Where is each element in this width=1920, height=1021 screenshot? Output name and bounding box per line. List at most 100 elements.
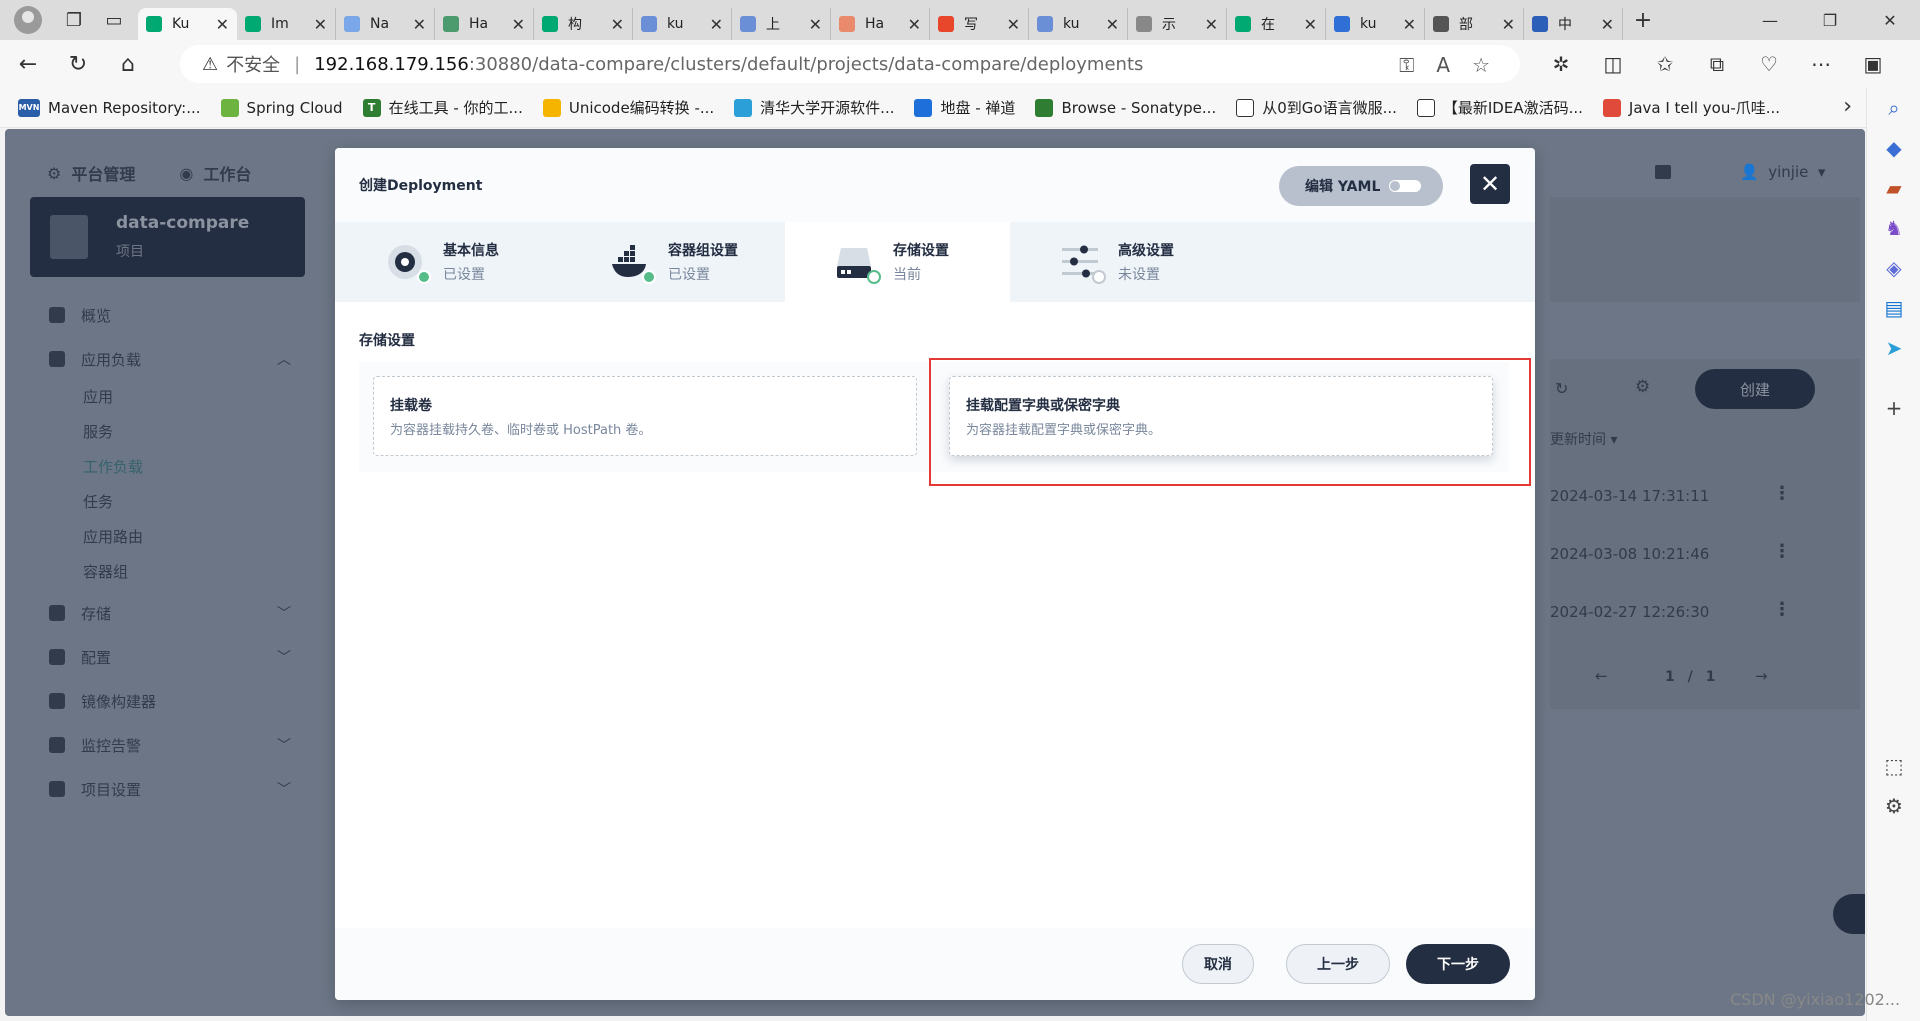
favorite-star-icon[interactable]: ☆: [1472, 53, 1490, 77]
submenu-item[interactable]: 容器组: [35, 554, 305, 589]
back-icon[interactable]: ←: [6, 44, 50, 84]
close-tab-icon[interactable]: ✕: [314, 15, 327, 34]
screenshot-icon[interactable]: ⬚: [1880, 752, 1908, 780]
menu-item[interactable]: 监控告警 ﹀: [35, 725, 305, 765]
menu-item[interactable]: 镜像构建器: [35, 681, 305, 721]
split-screen-icon[interactable]: ◫: [1587, 52, 1639, 76]
collections-icon[interactable]: ⧉: [1691, 52, 1743, 76]
read-aloud-icon[interactable]: A: [1436, 53, 1450, 77]
close-tab-icon[interactable]: ✕: [1007, 15, 1020, 34]
user-menu[interactable]: 👤 yinjie ▾: [1740, 163, 1825, 181]
send-icon[interactable]: ➤: [1880, 334, 1908, 362]
browser-tab[interactable]: ku ✕: [1029, 8, 1128, 40]
browser-tab[interactable]: ku ✕: [633, 8, 732, 40]
submenu-item[interactable]: 任务: [35, 484, 305, 519]
close-tab-icon[interactable]: ✕: [809, 15, 822, 34]
browser-tab[interactable]: 中 ✕: [1524, 8, 1623, 40]
previous-step-button[interactable]: 上一步: [1286, 944, 1390, 984]
bookmark-item[interactable]: Browse - Sonatype...: [1035, 97, 1216, 118]
browser-tab[interactable]: ku ✕: [1326, 8, 1425, 40]
menu-item[interactable]: 项目设置 ﹀: [35, 769, 305, 809]
step-advanced-settings[interactable]: 高级设置 未设置: [1010, 222, 1235, 302]
menu-item[interactable]: 概览: [35, 295, 305, 335]
close-tab-icon[interactable]: ✕: [1601, 15, 1614, 34]
refresh-list-icon[interactable]: ↻: [1555, 379, 1568, 398]
browser-tab[interactable]: 上 ✕: [732, 8, 831, 40]
toolbox-button[interactable]: [1833, 894, 1865, 934]
close-window-icon[interactable]: ✕: [1860, 0, 1920, 40]
bookmark-item[interactable]: Java I tell you-爪哇...: [1602, 97, 1780, 118]
more-menu-icon[interactable]: ⋯: [1795, 52, 1847, 76]
cancel-button[interactable]: 取消: [1182, 944, 1254, 984]
menu-item[interactable]: 配置 ﹀: [35, 637, 305, 677]
search-icon[interactable]: ⌕: [1880, 94, 1908, 122]
refresh-icon[interactable]: ↻: [56, 44, 100, 84]
browser-tab[interactable]: Na ✕: [336, 8, 435, 40]
profile-avatar[interactable]: [14, 6, 42, 34]
list-settings-icon[interactable]: ⚙: [1635, 377, 1650, 397]
tab-actions-icon[interactable]: ▭: [94, 0, 134, 40]
row-more-icon[interactable]: ⋮: [1773, 599, 1791, 620]
bookmarks-more-icon[interactable]: ›: [1843, 94, 1852, 119]
menu-item[interactable]: 存储 ﹀: [35, 593, 305, 633]
bookmark-item[interactable]: T 在线工具 - 你的工...: [362, 97, 523, 118]
workspaces-icon[interactable]: ❐: [54, 0, 94, 40]
update-time-column[interactable]: 更新时间 ▾: [1550, 429, 1617, 449]
step-container-settings[interactable]: 容器组设置 已设置: [560, 222, 785, 302]
grid-icon[interactable]: [1655, 165, 1671, 179]
browser-tab[interactable]: Ha ✕: [435, 8, 534, 40]
submenu-item[interactable]: 服务: [35, 414, 305, 449]
mount-volume-option[interactable]: 挂载卷 为容器挂载持久卷、临时卷或 HostPath 卷。: [373, 376, 917, 456]
close-tab-icon[interactable]: ✕: [413, 15, 426, 34]
favorites-icon[interactable]: ✩: [1639, 52, 1691, 76]
close-tab-icon[interactable]: ✕: [1205, 15, 1218, 34]
copilot-icon[interactable]: ◈: [1880, 254, 1908, 282]
new-tab-button[interactable]: +: [1623, 8, 1663, 33]
close-tab-icon[interactable]: ✕: [512, 15, 525, 34]
submenu-item[interactable]: 工作负载: [35, 449, 305, 484]
bookmark-item[interactable]: Spring Cloud: [220, 97, 343, 118]
bookmark-item[interactable]: 清华大学开源软件...: [734, 97, 894, 118]
add-sidebar-app-icon[interactable]: +: [1880, 394, 1908, 422]
browser-tab[interactable]: 示 ✕: [1128, 8, 1227, 40]
next-step-button[interactable]: 下一步: [1406, 944, 1510, 984]
bookmark-item[interactable]: 【最新IDEA激活码...: [1416, 97, 1583, 118]
settings-icon[interactable]: ⚙: [1880, 792, 1908, 820]
step-storage-settings[interactable]: 存储设置 当前: [785, 222, 1010, 302]
close-dialog-button[interactable]: ✕: [1470, 164, 1510, 204]
url-input[interactable]: ⚠ 不安全 | 192.168.179.156:30880/data-compa…: [180, 45, 1520, 83]
browser-tab[interactable]: Im ✕: [237, 8, 336, 40]
browser-tab[interactable]: 在 ✕: [1227, 8, 1326, 40]
next-page-icon[interactable]: →: [1755, 667, 1768, 685]
browser-tab[interactable]: 部 ✕: [1425, 8, 1524, 40]
project-card[interactable]: data-compare 项目: [30, 197, 305, 277]
restore-icon[interactable]: ❐: [1800, 0, 1860, 40]
close-tab-icon[interactable]: ✕: [1403, 15, 1416, 34]
bookmark-item[interactable]: 地盘 - 禅道: [914, 97, 1015, 118]
close-tab-icon[interactable]: ✕: [216, 15, 229, 34]
edit-yaml-toggle[interactable]: 编辑 YAML: [1279, 166, 1443, 206]
close-tab-icon[interactable]: ✕: [1304, 15, 1317, 34]
close-tab-icon[interactable]: ✕: [611, 15, 624, 34]
prev-page-icon[interactable]: ←: [1595, 667, 1608, 685]
minimize-icon[interactable]: —: [1740, 0, 1800, 40]
sidebar-toggle-icon[interactable]: ▣: [1847, 52, 1899, 76]
bookmark-item[interactable]: MVN Maven Repository:...: [18, 97, 201, 118]
workbench-nav[interactable]: ◉ 工作台: [179, 161, 251, 185]
create-button[interactable]: 创建: [1695, 369, 1815, 409]
browser-tab[interactable]: 写 ✕: [930, 8, 1029, 40]
close-tab-icon[interactable]: ✕: [908, 15, 921, 34]
bookmark-item[interactable]: Unicode编码转换 -...: [542, 97, 714, 118]
close-tab-icon[interactable]: ✕: [1502, 15, 1515, 34]
row-more-icon[interactable]: ⋮: [1773, 541, 1791, 562]
step-basic-info[interactable]: 基本信息 已设置: [335, 222, 560, 302]
browser-tab[interactable]: Ku ✕: [138, 8, 237, 40]
extensions-icon[interactable]: ✲: [1535, 52, 1587, 76]
bookmark-item[interactable]: 从0到Go语言微服...: [1236, 97, 1397, 118]
health-icon[interactable]: ♡: [1743, 52, 1795, 76]
submenu-item[interactable]: 应用路由: [35, 519, 305, 554]
close-tab-icon[interactable]: ✕: [710, 15, 723, 34]
outlook-icon[interactable]: ▤: [1880, 294, 1908, 322]
games-icon[interactable]: ♞: [1880, 214, 1908, 242]
browser-tab[interactable]: 构 ✕: [534, 8, 633, 40]
